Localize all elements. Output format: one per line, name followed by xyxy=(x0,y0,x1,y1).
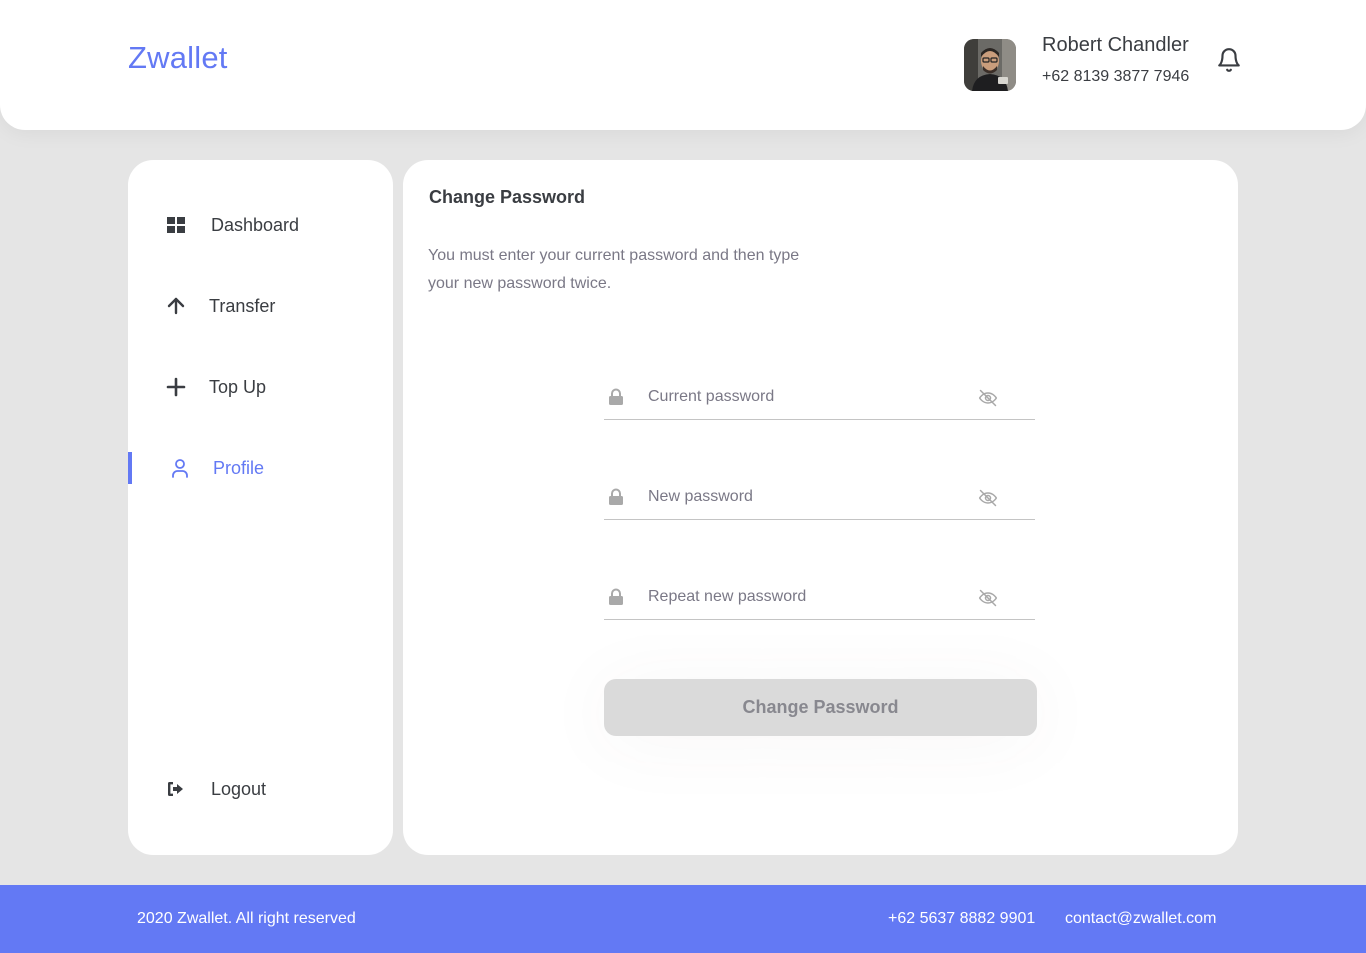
lock-icon xyxy=(608,488,624,506)
sidebar-item-dashboard[interactable]: Dashboard xyxy=(128,205,393,245)
footer-email[interactable]: contact@zwallet.com xyxy=(1065,910,1216,928)
new-password-input[interactable] xyxy=(648,484,968,510)
plus-icon xyxy=(164,375,188,399)
user-icon xyxy=(168,456,192,480)
repeat-password-input[interactable] xyxy=(648,584,968,610)
logout-button[interactable]: Logout xyxy=(128,769,393,809)
change-password-card: Change Password You must enter your curr… xyxy=(403,160,1238,855)
page-description: You must enter your current password and… xyxy=(428,247,800,292)
current-password-field xyxy=(604,370,1035,420)
arrow-up-icon xyxy=(164,294,188,318)
sidebar-item-label: Dashboard xyxy=(211,214,300,235)
top-header: Zwallet Robert Chandler +62 8139 3877 79… xyxy=(0,0,1366,130)
sidebar-item-transfer[interactable]: Transfer xyxy=(128,286,393,326)
bell-icon[interactable] xyxy=(1216,47,1242,73)
footer: 2020 Zwallet. All right reserved +62 563… xyxy=(0,885,1366,953)
sidebar-item-label: Transfer xyxy=(209,295,276,316)
footer-phone: +62 5637 8882 9901 xyxy=(888,910,1036,927)
eye-off-icon[interactable] xyxy=(977,488,999,508)
lock-icon xyxy=(608,588,624,606)
brand-logo[interactable]: Zwallet xyxy=(128,40,228,76)
sidebar-item-profile[interactable]: Profile xyxy=(128,448,393,488)
eye-off-icon[interactable] xyxy=(977,388,999,408)
lock-icon xyxy=(608,388,624,406)
repeat-password-field xyxy=(604,570,1035,620)
user-phone: +62 8139 3877 7946 xyxy=(1042,68,1190,85)
page-title: Change Password xyxy=(429,187,586,207)
user-name: Robert Chandler xyxy=(1042,34,1189,56)
page: Zwallet Robert Chandler +62 8139 3877 79… xyxy=(0,0,1366,953)
footer-copyright: 2020 Zwallet. All right reserved xyxy=(137,910,356,927)
new-password-field xyxy=(604,470,1035,520)
logout-icon xyxy=(164,777,188,801)
sidebar-item-label: Profile xyxy=(213,457,265,478)
sidebar-item-top-up[interactable]: Top Up xyxy=(128,367,393,407)
grid-icon xyxy=(164,213,188,237)
sidebar-item-label: Logout xyxy=(211,778,267,799)
sidebar-item-label: Top Up xyxy=(209,376,267,397)
eye-off-icon[interactable] xyxy=(977,588,999,608)
active-indicator xyxy=(128,452,132,484)
current-password-input[interactable] xyxy=(648,384,968,410)
sidebar: Dashboard Transfer Top Up Profile Logout xyxy=(128,160,393,855)
avatar[interactable] xyxy=(964,39,1016,91)
change-password-button[interactable]: Change Password xyxy=(604,679,1037,736)
